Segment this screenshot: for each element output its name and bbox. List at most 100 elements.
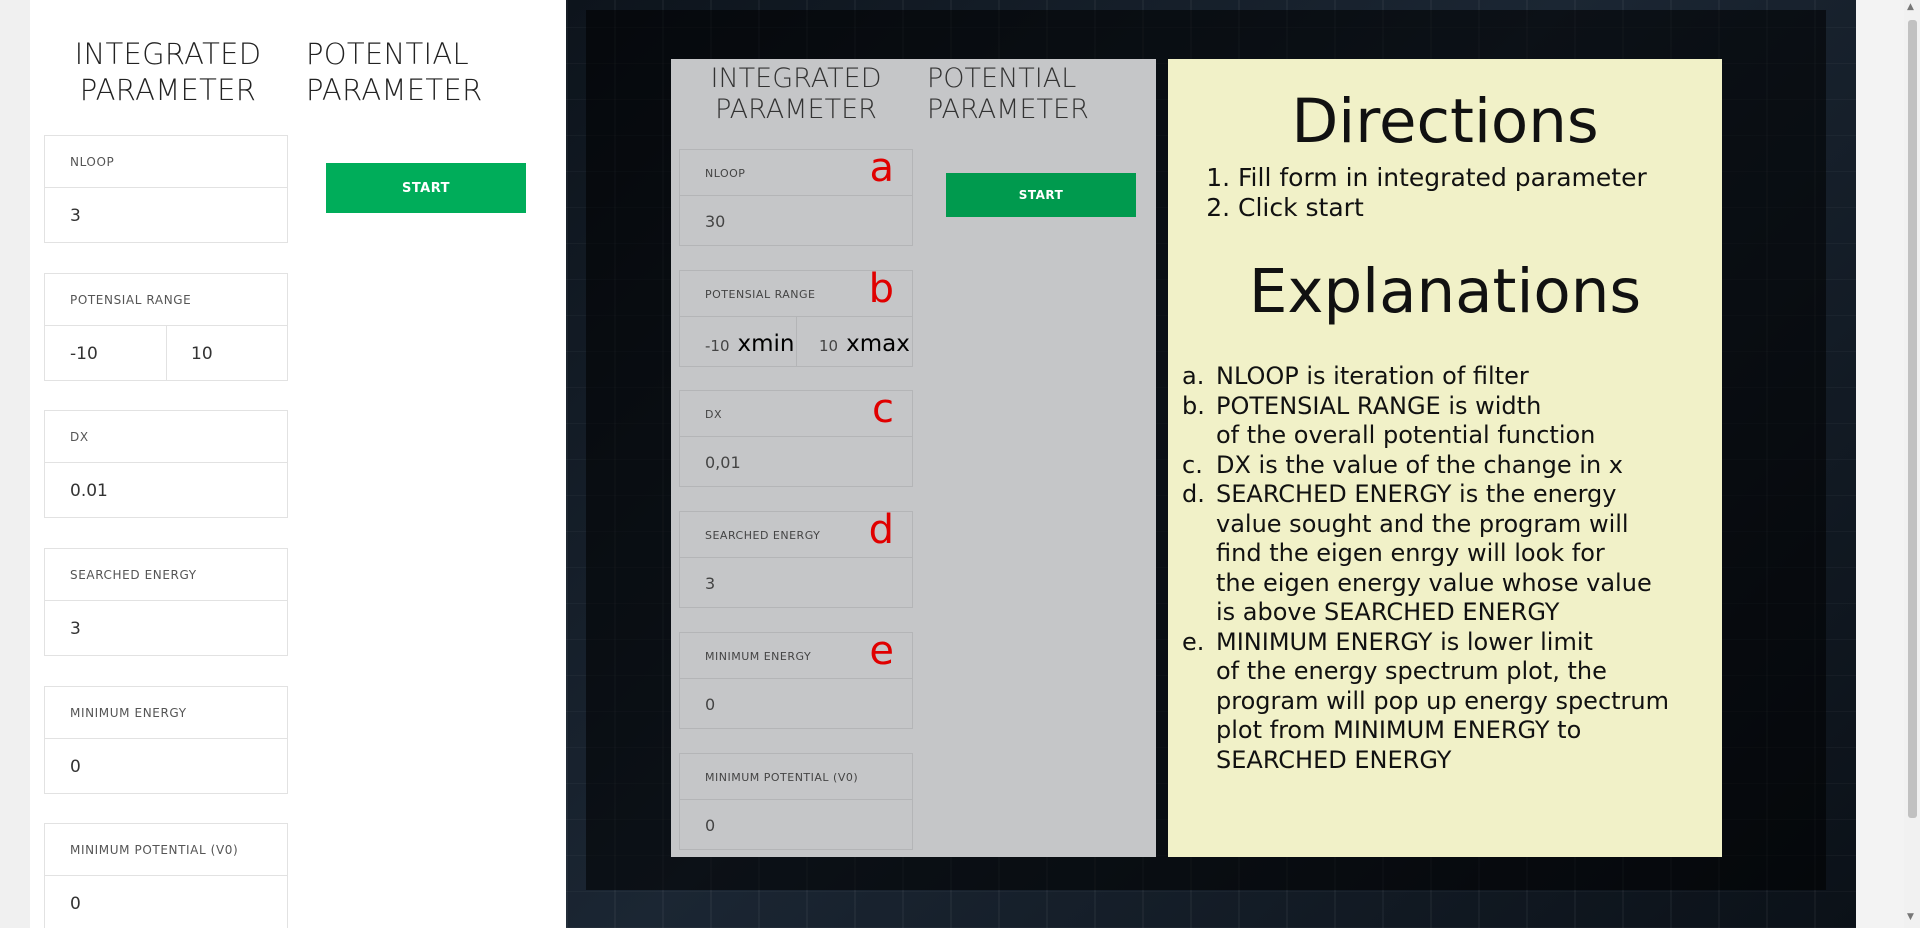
directions-list: Fill form in integrated parameter Click … xyxy=(1196,163,1647,223)
dx-field: DX 0.01 xyxy=(44,410,288,518)
explanation-item: e. MINIMUM ENERGY is lower limit of the … xyxy=(1182,628,1722,776)
dx-input[interactable]: 0.01 xyxy=(45,463,287,501)
potential-range-inputs: -10 10 xyxy=(45,326,287,381)
preview-searched-energy-field: SEARCHED ENERGY 3 d xyxy=(679,507,913,608)
explanation-line: value sought and the program will xyxy=(1216,509,1629,538)
potential-range-field: POTENSIAL RANGE -10 10 xyxy=(44,273,288,381)
preview-xmin: -10 xmin xyxy=(680,317,796,367)
explanation-item: d. SEARCHED ENERGY is the energy value s… xyxy=(1182,480,1722,628)
searched-energy-input[interactable]: 3 xyxy=(45,601,287,639)
explanation-line: is above SEARCHED ENERGY xyxy=(1216,598,1560,626)
xmin-note: xmin xyxy=(737,331,795,357)
explanation-item: c. DX is the value of the change in x xyxy=(1182,451,1722,481)
direction-item: Click start xyxy=(1238,193,1647,223)
scrollbar-thumb[interactable] xyxy=(1908,20,1917,818)
minimum-energy-field: MINIMUM ENERGY 0 xyxy=(44,686,288,794)
explanation-line: SEARCHED ENERGY is the energy xyxy=(1216,480,1617,508)
minimum-energy-input[interactable]: 0 xyxy=(45,739,287,777)
potential-range-label: POTENSIAL RANGE xyxy=(45,274,287,326)
explanation-line: MINIMUM ENERGY is lower limit xyxy=(1216,627,1593,656)
explanation-text: SEARCHED ENERGY is the energy value soug… xyxy=(1216,480,1652,628)
searched-energy-field: SEARCHED ENERGY 3 xyxy=(44,548,288,656)
heading-line: PARAMETER xyxy=(79,73,257,107)
heading-line: PARAMETER xyxy=(715,94,877,125)
explanation-line: find the eigen enrgy will look for xyxy=(1216,539,1605,567)
scroll-up-arrow-icon[interactable]: ▲ xyxy=(1907,2,1914,12)
page-gutter: ▲ ▼ xyxy=(1856,0,1920,928)
explanation-text: POTENSIAL RANGE is width of the overall … xyxy=(1216,392,1595,451)
marker-d: d xyxy=(868,507,894,553)
preview-xmax: 10 xmax xyxy=(796,317,912,367)
start-button[interactable]: START xyxy=(326,163,526,213)
minimum-potential-label: MINIMUM POTENTIAL (V0) xyxy=(45,824,287,876)
dx-label: DX xyxy=(45,411,287,463)
direction-item: Fill form in integrated parameter xyxy=(1238,163,1647,193)
scroll-down-arrow-icon[interactable]: ▼ xyxy=(1907,912,1914,922)
minimum-energy-label: MINIMUM ENERGY xyxy=(45,687,287,739)
heading-line: INTEGRATED xyxy=(74,37,262,71)
marker-e: e xyxy=(869,628,894,674)
explanation-text: MINIMUM ENERGY is lower limit of the ene… xyxy=(1216,628,1669,776)
preview-potential-heading: POTENTIAL PARAMETER xyxy=(927,63,1147,125)
explanation-line: the eigen energy value whose value xyxy=(1216,568,1652,597)
explanation-line: of the overall potential function xyxy=(1216,421,1596,449)
searched-energy-label: SEARCHED ENERGY xyxy=(45,549,287,601)
heading-line: PARAMETER xyxy=(306,73,483,107)
heading-line: PARAMETER xyxy=(927,94,1089,125)
preview-potential-range-field: POTENSIAL RANGE -10 xmin 10 xmax b xyxy=(679,266,913,367)
preview-field-value: 0 xyxy=(705,695,716,714)
preview-start-button: START xyxy=(946,173,1136,217)
xmin-input[interactable]: -10 xyxy=(45,326,166,381)
explanation-line: SEARCHED ENERGY xyxy=(1216,745,1452,774)
explanations-title: Explanations xyxy=(1248,256,1642,327)
nloop-input[interactable]: 3 xyxy=(45,188,287,226)
xmax-input[interactable]: 10 xyxy=(166,326,287,381)
explanation-text: DX is the value of the change in x xyxy=(1216,451,1623,481)
minimum-potential-field: MINIMUM POTENTIAL (V0) 0 xyxy=(44,823,288,928)
explanation-line: POTENSIAL RANGE is width xyxy=(1216,391,1542,420)
potential-parameter-heading: POTENTIAL PARAMETER xyxy=(306,36,536,108)
image-dark-frame: INTEGRATED PARAMETER POTENTIAL PARAMETER… xyxy=(586,10,1826,890)
marker-a: a xyxy=(869,145,894,191)
explanation-marker: c. xyxy=(1182,450,1203,479)
nloop-field: NLOOP 3 xyxy=(44,135,288,243)
nloop-label: NLOOP xyxy=(45,136,287,188)
heading-line: INTEGRATED xyxy=(710,63,882,94)
parameter-form-panel: INTEGRATED PARAMETER POTENTIAL PARAMETER… xyxy=(30,0,566,928)
preview-field-value: 0,01 xyxy=(705,453,741,472)
preview-field-value: 3 xyxy=(705,574,716,593)
preview-field-value: 30 xyxy=(705,212,726,231)
preview-integrated-heading: INTEGRATED PARAMETER xyxy=(671,63,921,125)
preview-minimum-potential-field: MINIMUM POTENTIAL (V0) 0 xyxy=(679,753,913,850)
marker-c: c xyxy=(872,386,894,432)
annotated-form-preview: INTEGRATED PARAMETER POTENTIAL PARAMETER… xyxy=(671,59,1156,857)
explanation-line: DX is the value of the change in x xyxy=(1216,450,1623,479)
explanation-item: a. NLOOP is iteration of filter xyxy=(1182,362,1722,392)
explanation-text: NLOOP is iteration of filter xyxy=(1216,362,1529,392)
directions-title: Directions xyxy=(1291,86,1599,157)
preview-minimum-energy-field: MINIMUM ENERGY 0 e xyxy=(679,628,913,729)
explanations-list: a. NLOOP is iteration of filter b. POTEN… xyxy=(1182,362,1722,775)
explanation-line: program will pop up energy spectrum xyxy=(1216,686,1670,715)
integrated-parameter-heading: INTEGRATED PARAMETER xyxy=(30,36,306,108)
heading-line: POTENTIAL xyxy=(306,37,470,71)
preview-nloop-field: NLOOP 30 a xyxy=(679,145,913,246)
heading-line: POTENTIAL xyxy=(927,63,1077,94)
preview-dx-field: DX 0,01 c xyxy=(679,386,913,487)
directions-box: Directions Fill form in integrated param… xyxy=(1168,59,1722,857)
vertical-scrollbar[interactable]: ▲ ▼ xyxy=(1904,0,1920,928)
explanation-line: NLOOP is iteration of filter xyxy=(1216,362,1529,390)
explanation-line: plot from MINIMUM ENERGY to xyxy=(1216,716,1582,744)
preview-xmin-value: -10 xyxy=(705,337,730,355)
explanation-item: b. POTENSIAL RANGE is width of the overa… xyxy=(1182,392,1722,451)
explanation-marker: d. xyxy=(1182,480,1205,508)
explanation-marker: b. xyxy=(1182,391,1205,420)
minimum-potential-input[interactable]: 0 xyxy=(45,876,287,914)
explanation-marker: a. xyxy=(1182,362,1205,390)
explanation-marker: e. xyxy=(1182,627,1205,656)
preview-range-split: -10 xmin 10 xmax xyxy=(680,317,912,367)
marker-b: b xyxy=(868,266,894,312)
instructions-image: INTEGRATED PARAMETER POTENTIAL PARAMETER… xyxy=(566,0,1856,928)
preview-xmax-value: 10 xyxy=(819,337,839,355)
explanation-line: of the energy spectrum plot, the xyxy=(1216,657,1607,685)
